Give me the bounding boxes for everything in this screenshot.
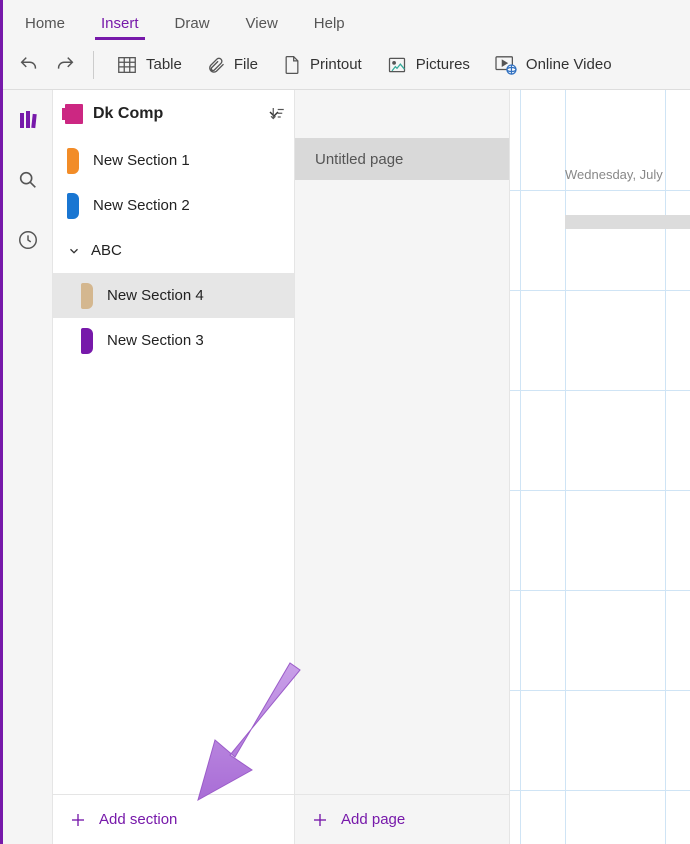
section-color-tab — [81, 328, 93, 354]
online-video-button[interactable]: Online Video — [484, 49, 622, 81]
pages-header-spacer — [295, 90, 509, 138]
ribbon-separator — [93, 51, 94, 79]
sort-button[interactable] — [268, 105, 286, 123]
ribbon: Table File Printout Pic — [3, 40, 690, 90]
table-label: Table — [146, 56, 182, 73]
sections-panel: Dk Comp New Section 1 New Section — [53, 90, 295, 844]
gridline — [510, 190, 690, 191]
section-list: New Section 1 New Section 2 ABC New Sect… — [53, 138, 294, 794]
tab-insert[interactable]: Insert — [83, 5, 157, 40]
main-area: Dk Comp New Section 1 New Section — [3, 90, 690, 844]
undo-button[interactable] — [13, 49, 45, 81]
gridline — [510, 290, 690, 291]
gridline — [565, 90, 566, 844]
section-item[interactable]: New Section 2 — [53, 183, 294, 228]
table-icon — [116, 54, 138, 76]
note-canvas[interactable]: Wednesday, July — [510, 90, 690, 844]
add-page-label: Add page — [341, 811, 405, 828]
notebook-icon — [65, 104, 83, 124]
section-item[interactable]: New Section 4 — [53, 273, 294, 318]
recent-button[interactable] — [10, 222, 46, 258]
section-item[interactable]: New Section 1 — [53, 138, 294, 183]
app-root: Home Insert Draw View Help Table — [0, 0, 690, 844]
gridline — [510, 490, 690, 491]
books-icon — [16, 108, 40, 132]
picture-icon — [386, 55, 408, 75]
clock-icon — [17, 229, 39, 251]
printout-label: Printout — [310, 56, 362, 73]
search-icon — [17, 169, 39, 191]
plus-icon — [69, 811, 87, 829]
gridline — [510, 690, 690, 691]
navigation-button[interactable] — [10, 102, 46, 138]
gridline — [510, 390, 690, 391]
gridline — [510, 590, 690, 591]
document-icon — [282, 54, 302, 76]
search-button[interactable] — [10, 162, 46, 198]
online-video-label: Online Video — [526, 56, 612, 73]
tab-draw[interactable]: Draw — [157, 5, 228, 40]
add-section-button[interactable]: Add section — [53, 794, 294, 844]
section-label: New Section 2 — [93, 197, 190, 214]
menu-tabs: Home Insert Draw View Help — [3, 0, 690, 40]
table-button[interactable]: Table — [106, 48, 192, 82]
section-label: New Section 3 — [107, 332, 204, 349]
tab-view[interactable]: View — [228, 5, 296, 40]
left-rail — [3, 90, 53, 844]
section-color-tab — [67, 193, 79, 219]
notebook-selector[interactable]: Dk Comp — [53, 90, 294, 138]
attachment-icon — [206, 54, 226, 76]
section-item[interactable]: New Section 3 — [53, 318, 294, 363]
pictures-button[interactable]: Pictures — [376, 49, 480, 81]
tab-help[interactable]: Help — [296, 5, 363, 40]
page-label: Untitled page — [315, 151, 403, 168]
chevron-down-icon — [67, 244, 81, 258]
tab-home[interactable]: Home — [7, 5, 83, 40]
gridline — [665, 90, 666, 844]
notebook-title: Dk Comp — [93, 105, 256, 123]
content-highlight — [565, 215, 690, 229]
section-group[interactable]: ABC — [53, 228, 294, 273]
file-label: File — [234, 56, 258, 73]
pictures-label: Pictures — [416, 56, 470, 73]
page-date: Wednesday, July — [565, 167, 663, 182]
add-section-label: Add section — [99, 811, 177, 828]
gridline — [520, 90, 521, 844]
plus-icon — [311, 811, 329, 829]
page-item[interactable]: Untitled page — [295, 138, 509, 180]
redo-button[interactable] — [49, 49, 81, 81]
pages-panel: Untitled page Add page — [295, 90, 510, 844]
printout-button[interactable]: Printout — [272, 48, 372, 82]
section-color-tab — [81, 283, 93, 309]
section-label: New Section 4 — [107, 287, 204, 304]
gridline — [510, 790, 690, 791]
online-video-icon — [494, 55, 518, 75]
file-button[interactable]: File — [196, 48, 268, 82]
section-group-label: ABC — [91, 242, 122, 259]
section-label: New Section 1 — [93, 152, 190, 169]
section-color-tab — [67, 148, 79, 174]
add-page-button[interactable]: Add page — [295, 794, 509, 844]
